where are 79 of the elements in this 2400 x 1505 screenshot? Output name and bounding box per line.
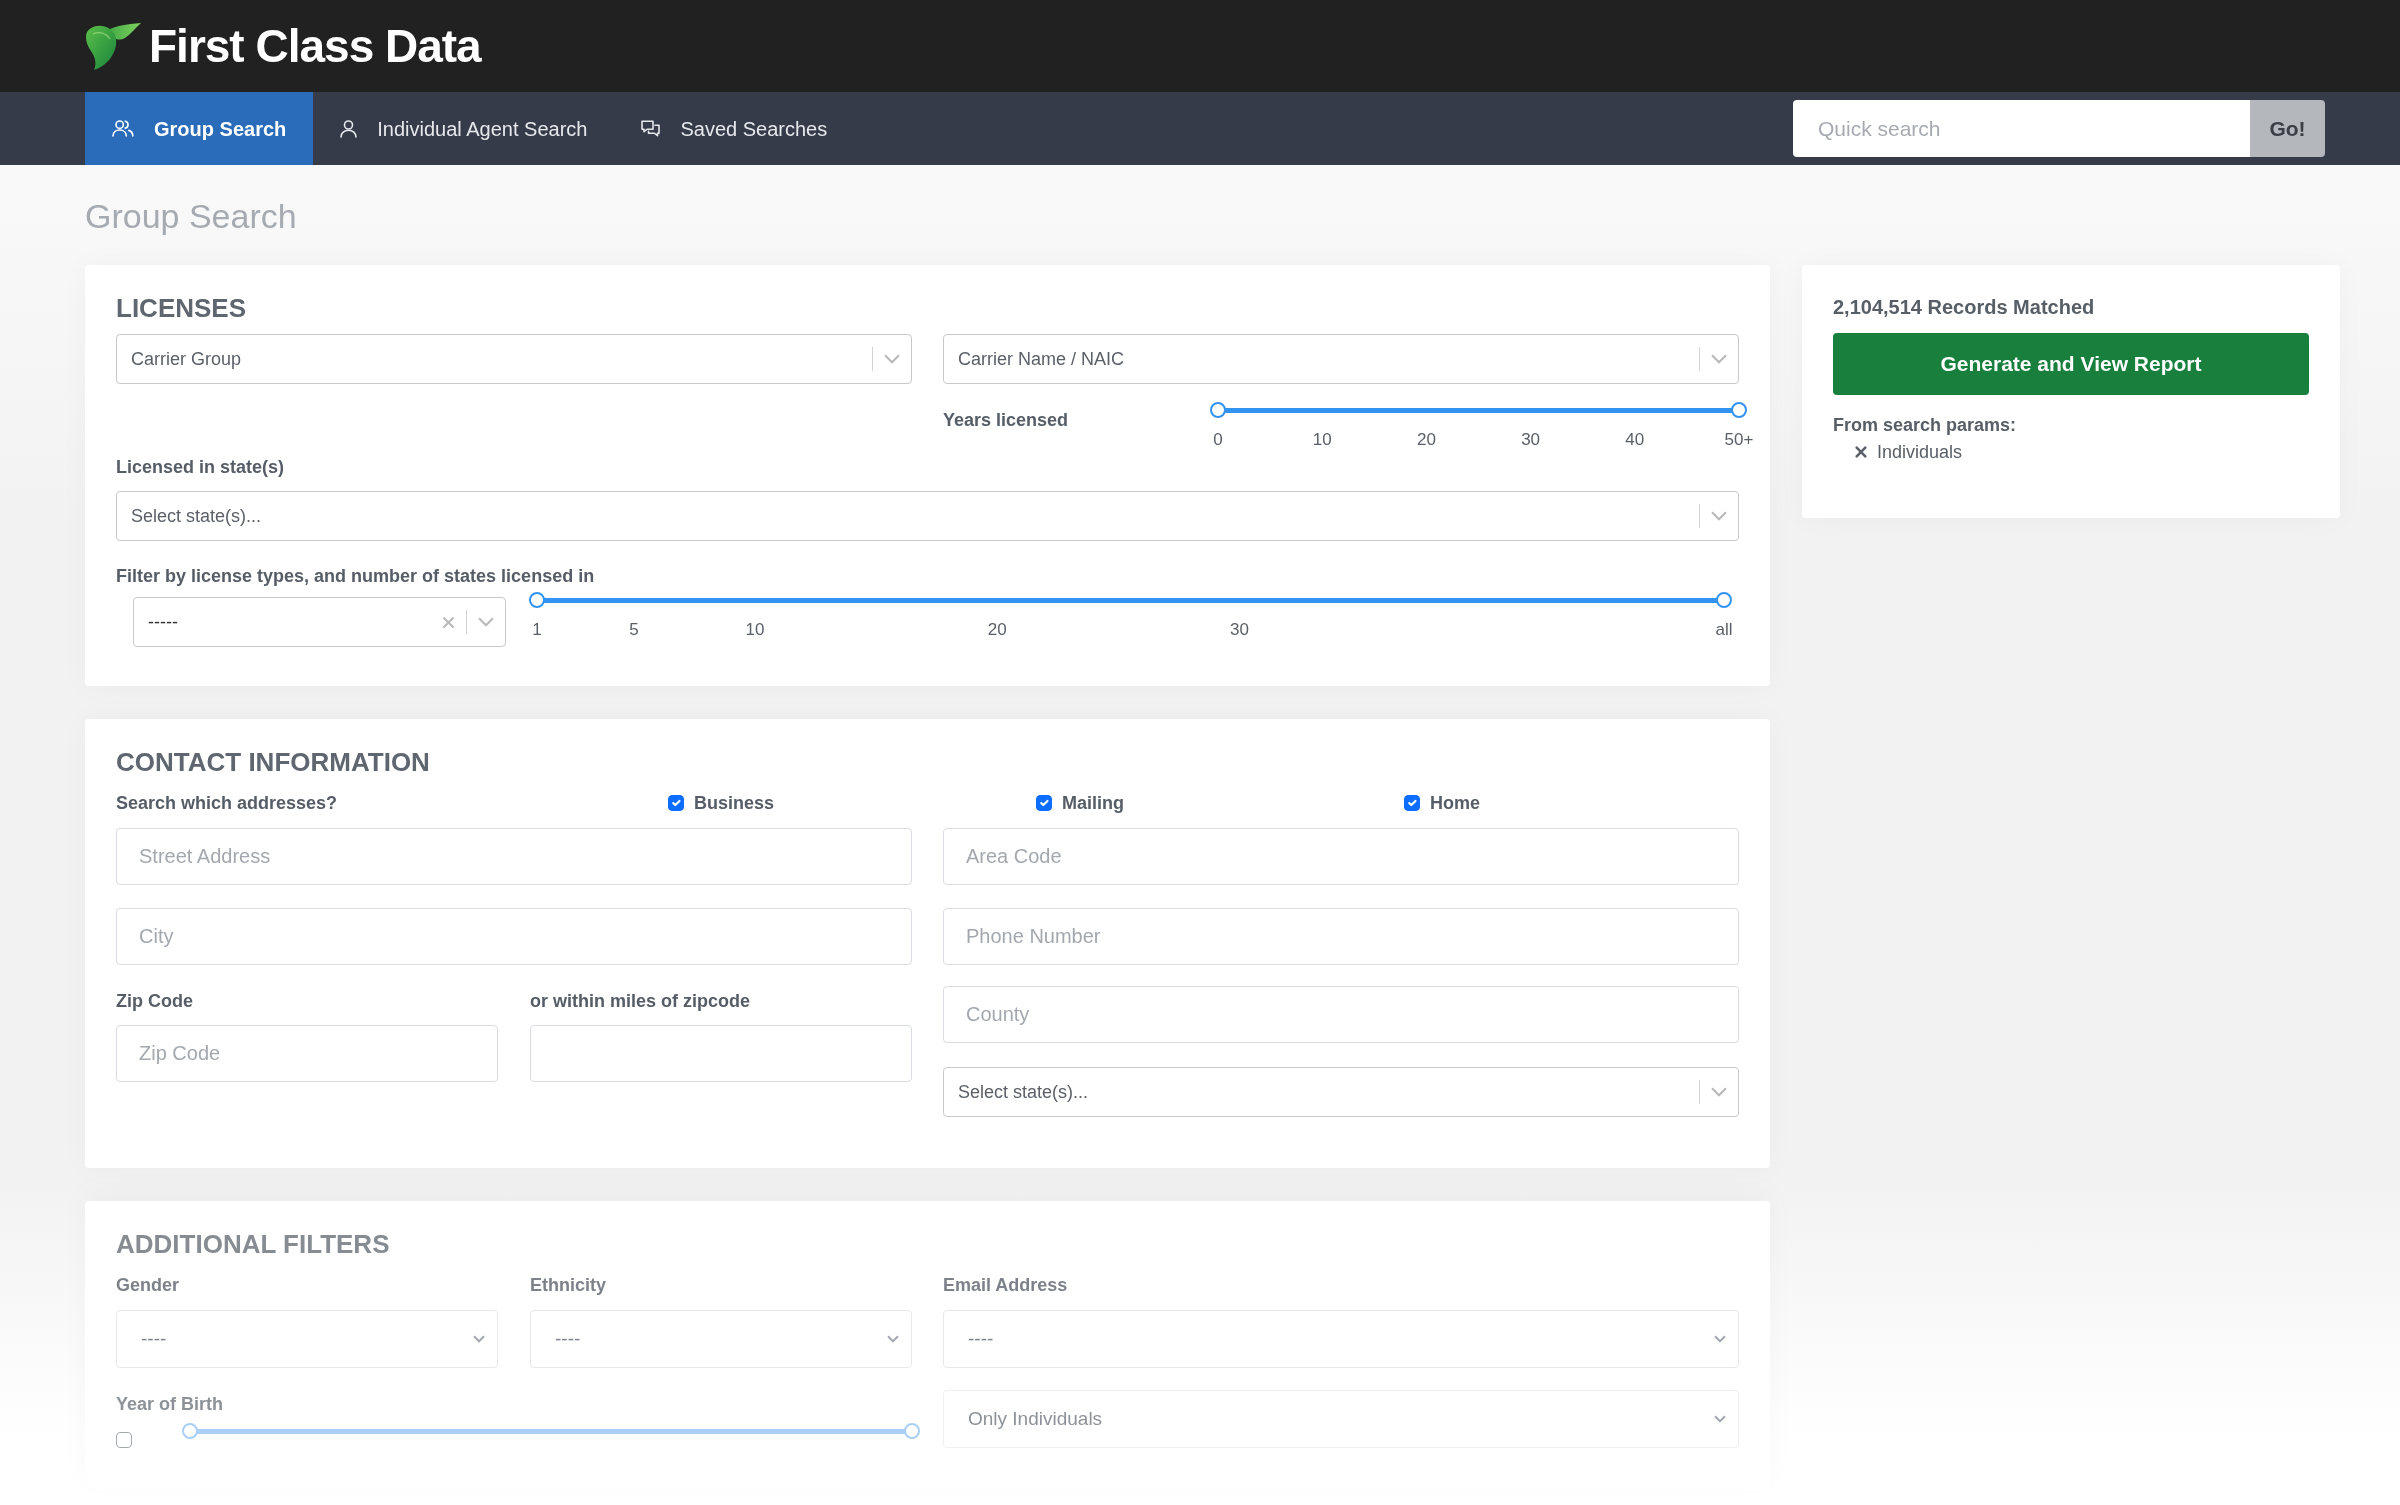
field-label: Licensed in state(s) bbox=[116, 456, 286, 478]
slider-tick-label: 5 bbox=[629, 619, 639, 641]
license-type-select[interactable]: ----- bbox=[133, 597, 506, 647]
year-of-birth-checkbox[interactable] bbox=[116, 1432, 132, 1448]
field-label: or within miles of zipcode bbox=[530, 990, 752, 1012]
slider-tick-label: 50+ bbox=[1724, 429, 1754, 451]
states-select[interactable]: Select state(s)... bbox=[943, 1067, 1739, 1117]
field-label: Email Address bbox=[943, 1274, 1069, 1296]
licensed-states-select[interactable]: Select state(s)... bbox=[116, 491, 1739, 541]
section-heading: ADDITIONAL FILTERS bbox=[116, 1229, 391, 1260]
chevron-down-icon bbox=[478, 617, 494, 627]
go-button[interactable]: Go! bbox=[2250, 100, 2325, 157]
quick-search-field[interactable]: Quick search bbox=[1793, 100, 2250, 157]
slider-handle[interactable] bbox=[1731, 402, 1747, 418]
slider-tick-label: 30 bbox=[1230, 619, 1249, 641]
person-icon bbox=[340, 119, 358, 138]
cross-icon bbox=[1855, 446, 1867, 458]
nav-tab[interactable]: Saved Searches bbox=[614, 92, 855, 165]
field-label: Search which addresses? bbox=[116, 792, 339, 814]
carrier-name-select[interactable]: Carrier Name / NAIC bbox=[943, 334, 1739, 384]
people-icon bbox=[112, 120, 134, 137]
slider-tick-label: 30 bbox=[1521, 429, 1541, 451]
field-label: Filter by license types, and number of states licensed in bbox=[116, 565, 596, 587]
zip-radius-field[interactable] bbox=[530, 1025, 912, 1082]
leaf-logo-icon bbox=[85, 21, 141, 71]
slider-handle[interactable] bbox=[904, 1423, 920, 1439]
carrier-group-select[interactable]: Carrier Group bbox=[116, 334, 912, 384]
field-label: Zip Code bbox=[116, 990, 194, 1012]
chevron-down-icon bbox=[1711, 1087, 1727, 1097]
address-checkbox[interactable] bbox=[668, 795, 684, 811]
email-address-select[interactable]: ---- bbox=[943, 1310, 1739, 1368]
slider-tick-label: all bbox=[1715, 619, 1733, 641]
slider-tick-label: 1 bbox=[532, 619, 542, 641]
checkbox-label: Mailing bbox=[1062, 792, 1124, 814]
nav-tab[interactable]: Group Search bbox=[85, 92, 314, 165]
field-label: Year of Birth bbox=[116, 1393, 225, 1415]
chevron-down-icon bbox=[473, 1335, 485, 1343]
clear-x-icon bbox=[442, 615, 455, 629]
address-checkbox[interactable] bbox=[1036, 795, 1052, 811]
chevron-down-icon bbox=[1714, 1415, 1726, 1423]
city-field[interactable]: City bbox=[116, 908, 912, 965]
chevron-down-icon bbox=[1714, 1335, 1726, 1343]
chevron-down-icon bbox=[887, 1335, 899, 1343]
chevron-down-icon bbox=[884, 354, 900, 364]
slider-handle[interactable] bbox=[529, 592, 545, 608]
records-matched-text: 2,104,514 Records Matched bbox=[1833, 295, 2096, 319]
county-field[interactable]: County bbox=[943, 986, 1739, 1043]
slider-tick-label: 40 bbox=[1625, 429, 1645, 451]
slider-tick-label: 10 bbox=[1312, 429, 1332, 451]
slider-tick-label: 20 bbox=[1416, 429, 1436, 451]
address-checkbox[interactable] bbox=[1404, 795, 1420, 811]
chat-bubbles-icon bbox=[641, 120, 661, 137]
zip-code-field[interactable]: Zip Code bbox=[116, 1025, 498, 1082]
chevron-down-icon bbox=[1711, 511, 1727, 521]
area-code-field[interactable]: Area Code bbox=[943, 828, 1739, 885]
phone-number-field[interactable]: Phone Number bbox=[943, 908, 1739, 965]
params-label: From search params: bbox=[1833, 414, 2018, 436]
brand-name: First Class Data bbox=[149, 23, 481, 69]
checkbox-label: Business bbox=[694, 792, 775, 814]
street-address-field[interactable]: Street Address bbox=[116, 828, 912, 885]
section-heading: LICENSES bbox=[116, 293, 248, 324]
slider-handle[interactable] bbox=[1210, 402, 1226, 418]
slider-tick-label: 20 bbox=[987, 619, 1007, 641]
page-title: Group Search bbox=[85, 196, 298, 237]
slider-handle[interactable] bbox=[182, 1423, 198, 1439]
field-label: Gender bbox=[116, 1274, 181, 1296]
field-label: Ethnicity bbox=[530, 1274, 607, 1296]
gender-select[interactable]: ---- bbox=[116, 1310, 498, 1368]
slider-tick-label: 10 bbox=[745, 619, 765, 641]
slider-tick-label: 0 bbox=[1213, 429, 1223, 451]
checkbox-label: Home bbox=[1430, 792, 1480, 814]
field-label: Years licensed bbox=[943, 409, 1070, 431]
chevron-down-icon bbox=[1711, 354, 1727, 364]
search-param-text: Individuals bbox=[1877, 441, 1963, 463]
ethnicity-select[interactable]: ---- bbox=[530, 1310, 912, 1368]
generate-report-button[interactable]: Generate and View Report bbox=[1833, 333, 2309, 395]
section-heading: CONTACT INFORMATION bbox=[116, 747, 431, 778]
nav-tab[interactable]: Individual Agent Search bbox=[313, 92, 615, 165]
slider-handle[interactable] bbox=[1716, 592, 1732, 608]
